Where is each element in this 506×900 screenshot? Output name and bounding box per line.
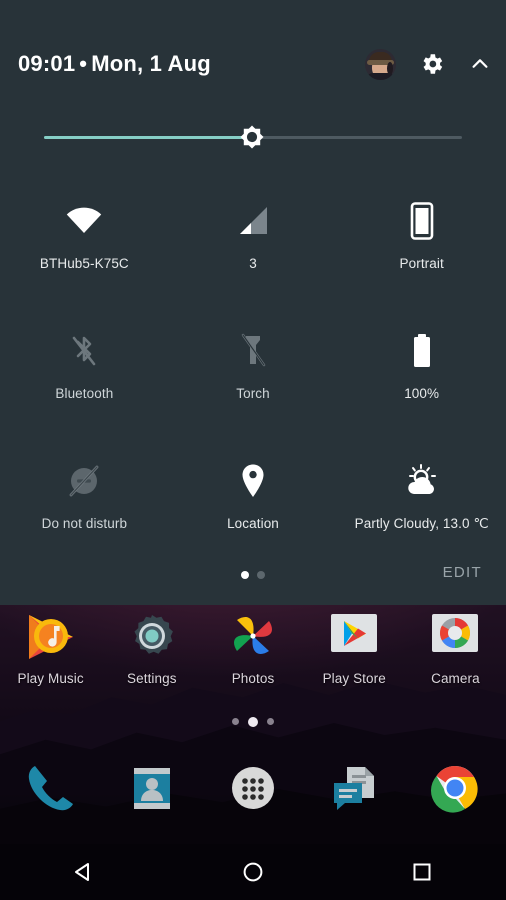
quick-settings-header: 09:01 • Mon, 1 Aug	[0, 44, 506, 84]
tile-row: Bluetooth Torch 100%	[0, 308, 506, 438]
brightness-fill	[44, 136, 249, 139]
cellular-signal-icon	[232, 200, 274, 242]
nav-home-button[interactable]	[169, 844, 338, 900]
phone-portrait-icon	[401, 200, 443, 242]
app-label: Photos	[231, 671, 275, 686]
tile-location[interactable]: Location	[169, 438, 338, 568]
play-store-icon	[326, 609, 382, 665]
tile-label: Do not disturb	[41, 516, 128, 531]
tile-row: BTHub5-K75C 3 Portrait	[0, 178, 506, 308]
tile-label: Location	[227, 516, 279, 531]
tile-label: Bluetooth	[55, 386, 114, 401]
dock-item-contacts[interactable]	[101, 759, 202, 817]
home-page-indicator	[0, 716, 506, 727]
camera-icon	[427, 609, 483, 665]
user-avatar[interactable]	[365, 48, 396, 80]
header-icons	[365, 44, 492, 84]
app-icon-settings[interactable]: Settings	[101, 609, 202, 686]
app-label: Camera	[431, 671, 480, 686]
nav-recents-button[interactable]	[337, 844, 506, 900]
tile-torch[interactable]: Torch	[169, 308, 338, 438]
tile-battery[interactable]: 100%	[337, 308, 506, 438]
collapse-panel-button[interactable]	[468, 52, 492, 76]
tile-wifi[interactable]: BTHub5-K75C	[0, 178, 169, 308]
tile-bluetooth[interactable]: Bluetooth	[0, 308, 169, 438]
quick-settings-panel: 09:01 • Mon, 1 Aug BTHub5-K75C 3 Portrai…	[0, 0, 506, 605]
navigation-bar	[0, 844, 506, 900]
photos-icon	[225, 609, 281, 665]
dock-item-chrome[interactable]	[405, 759, 506, 817]
clock-separator: •	[79, 51, 88, 76]
tile-label: Torch	[236, 386, 270, 401]
dock-item-messaging[interactable]	[304, 759, 405, 817]
home-page-dot	[267, 718, 274, 725]
avatar-shoulder	[366, 72, 395, 80]
tile-label: Partly Cloudy, 13.0 ℃	[354, 516, 489, 531]
tile-mobile-data[interactable]: 3	[169, 178, 338, 308]
wifi-icon	[63, 200, 105, 242]
recents-square-icon	[413, 863, 431, 881]
phone-icon	[22, 759, 80, 817]
messaging-icon	[325, 759, 383, 817]
location-pin-icon	[232, 460, 274, 502]
partly-cloudy-icon	[401, 460, 443, 502]
dock	[0, 748, 506, 828]
qs-page-dot[interactable]	[257, 571, 265, 579]
edit-tiles-button[interactable]: EDIT	[443, 564, 482, 581]
home-page-dot-active	[248, 716, 258, 727]
home-app-row: Play Music Settings Photos Play Store Ca…	[0, 605, 506, 700]
tile-label: Portrait	[399, 256, 444, 271]
chevron-up-icon	[472, 59, 488, 68]
android-screen: Play Music Settings Photos Play Store Ca…	[0, 0, 506, 900]
brightness-thumb[interactable]	[235, 120, 269, 154]
quick-settings-page-indicator	[0, 571, 506, 579]
clock-date: Mon, 1 Aug	[91, 51, 211, 76]
status-clock-date: 09:01 • Mon, 1 Aug	[18, 44, 211, 84]
back-triangle-icon	[75, 863, 90, 881]
settings-button[interactable]	[418, 50, 446, 78]
brightness-sun-icon	[240, 125, 264, 149]
quick-settings-tiles: BTHub5-K75C 3 Portrait Bluetooth Torch 1…	[0, 178, 506, 568]
tile-label: BTHub5-K75C	[39, 256, 129, 271]
app-icon-photos[interactable]: Photos	[202, 609, 303, 686]
dock-item-app-drawer[interactable]	[202, 759, 303, 817]
app-icon-play-music[interactable]: Play Music	[0, 609, 101, 686]
bluetooth-off-icon	[63, 330, 105, 372]
tile-weather[interactable]: Partly Cloudy, 13.0 ℃	[337, 438, 506, 568]
tile-auto-rotate[interactable]: Portrait	[337, 178, 506, 308]
tile-label: 3	[249, 256, 257, 271]
home-page-dot	[232, 718, 239, 725]
quick-settings-footer: EDIT	[0, 562, 506, 596]
qs-page-dot-active[interactable]	[241, 571, 249, 579]
chrome-icon	[426, 759, 484, 817]
flashlight-off-icon	[232, 330, 274, 372]
home-circle-icon	[243, 862, 263, 882]
brightness-slider[interactable]	[0, 118, 506, 158]
do-not-disturb-off-icon	[63, 460, 105, 502]
apps-grid-icon	[224, 759, 282, 817]
app-label: Settings	[127, 671, 177, 686]
nav-back-button[interactable]	[0, 844, 169, 900]
clock-time: 09:01	[18, 51, 76, 76]
tile-do-not-disturb[interactable]: Do not disturb	[0, 438, 169, 568]
tile-row: Do not disturb Location Partly Cloudy, 1…	[0, 438, 506, 568]
app-label: Play Store	[322, 671, 386, 686]
settings-icon	[124, 609, 180, 665]
contacts-icon	[123, 759, 181, 817]
battery-full-icon	[401, 330, 443, 372]
app-icon-camera[interactable]: Camera	[405, 609, 506, 686]
tile-label: 100%	[404, 386, 440, 401]
play-music-icon	[23, 609, 79, 665]
dock-item-phone[interactable]	[0, 759, 101, 817]
app-label: Play Music	[17, 671, 84, 686]
app-icon-play-store[interactable]: Play Store	[304, 609, 405, 686]
gear-icon	[423, 54, 443, 74]
